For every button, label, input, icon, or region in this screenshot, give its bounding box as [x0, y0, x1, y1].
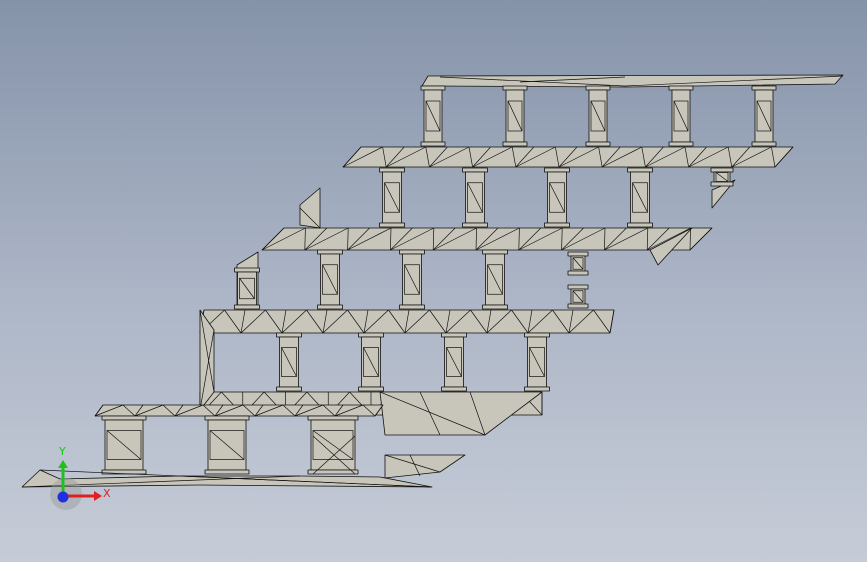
post-row3-0-base [379, 222, 405, 228]
post-row1-2-cap [441, 332, 467, 338]
post-row0-1-cap [204, 415, 250, 421]
post-row2-0-cap [317, 249, 343, 255]
post-row1-3-base [524, 386, 550, 392]
post-row3-stub-base [710, 181, 734, 187]
post-row2-short-b-cap [567, 284, 589, 290]
post-row4-0-base [420, 141, 446, 147]
post-row4-3-cap [668, 85, 694, 91]
post-row1-0-cap [276, 332, 302, 338]
post-row2-1-base [399, 304, 425, 310]
post-row4-4-cap [751, 85, 777, 91]
post-row3-2-cap [544, 167, 570, 173]
post-row1-0-base [276, 386, 302, 392]
post-row0-1-base [204, 469, 250, 475]
post-row4-2-base [585, 141, 611, 147]
graphics-viewport[interactable]: X Y [0, 0, 867, 562]
post-row2-0-base [317, 304, 343, 310]
post-row0-0-cap [101, 415, 147, 421]
post-row4-2-cap [585, 85, 611, 91]
post-row3-3-base [627, 222, 653, 228]
post-row4-3-base [668, 141, 694, 147]
post-row2-short-a-base [567, 270, 589, 276]
fin-level-3 [299, 187, 321, 229]
post-row1-1-cap [358, 332, 384, 338]
post-row3-3-cap [627, 167, 653, 173]
post-row2-short-a-cap [567, 251, 589, 257]
post-row4-0-cap [420, 85, 446, 91]
post-row0-2-cap [307, 415, 359, 421]
post-row4-1-cap [502, 85, 528, 91]
post-row2-1-cap [399, 249, 425, 255]
post-row3-2-base [544, 222, 570, 228]
post-row1-1-base [358, 386, 384, 392]
post-row3-1-base [462, 222, 488, 228]
post-row2-2-cap [482, 249, 508, 255]
post-row2-left-cap [234, 267, 260, 273]
post-row3-1-cap [462, 167, 488, 173]
post-row1-3-cap [524, 332, 550, 338]
post-row4-1-base [502, 141, 528, 147]
truss-mesh-model[interactable] [0, 0, 867, 562]
post-row2-2-base [482, 304, 508, 310]
post-row1-2-base [441, 386, 467, 392]
post-row3-0-cap [379, 167, 405, 173]
post-row4-4-base [751, 141, 777, 147]
post-row2-short-b-base [567, 303, 589, 309]
top-chord [421, 74, 844, 88]
post-row3-stub-cap [710, 167, 734, 173]
post-row2-left-base [234, 304, 260, 310]
